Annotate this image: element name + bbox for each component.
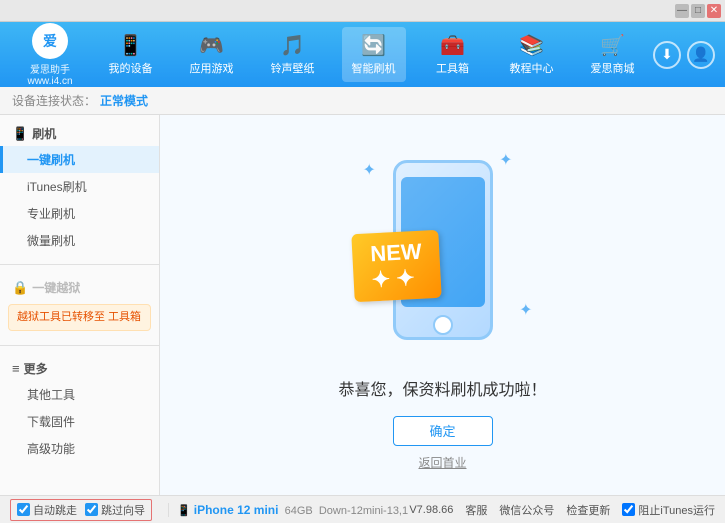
user-button[interactable]: 👤	[687, 41, 715, 69]
smart-flash-label: 智能刷机	[352, 60, 396, 76]
sidebar-item-advanced[interactable]: 高级功能	[0, 435, 159, 462]
nav-item-smart-flash[interactable]: 🔄 智能刷机	[342, 27, 406, 82]
wechat-link[interactable]: 微信公众号	[499, 502, 554, 518]
nav-item-tutorials[interactable]: 📚 教程中心	[500, 27, 564, 82]
itunes-checkbox[interactable]	[622, 503, 635, 516]
apps-games-icon: 🎮	[199, 33, 224, 58]
logo-line2: www.i4.cn	[27, 76, 72, 87]
itunes-status[interactable]: 阻止iTunes运行	[622, 502, 715, 518]
minimize-button[interactable]: —	[675, 4, 689, 18]
logo-area: 爱 爱思助手 www.i4.cn	[10, 23, 90, 87]
device-storage: 64GB	[282, 505, 316, 517]
sidebar-section-jailbreak-title: 🔒 一键越狱	[0, 275, 159, 300]
update-link[interactable]: 检查更新	[566, 502, 610, 518]
more-section-icon: ≡	[12, 361, 20, 376]
skip-wizard-label: 跳过向导	[101, 502, 145, 518]
maximize-button[interactable]: □	[691, 4, 705, 18]
main-layout: 📱 刷机 一键刷机 iTunes刷机 专业刷机 微量刷机 🔒 一键越狱 越狱工具…	[0, 115, 725, 495]
device-info: 📱 iPhone 12 mini 64GB Down-12mini-13,1	[168, 503, 408, 517]
sidebar-item-pro-flash[interactable]: 专业刷机	[0, 200, 159, 227]
skip-wizard-input[interactable]	[85, 503, 98, 516]
status-label: 设备连接状态：	[12, 92, 96, 109]
new-stars: ✦ ✦	[371, 264, 424, 293]
ringtone-icon: 🎵	[280, 33, 305, 58]
nav-item-apps-games[interactable]: 🎮 应用游戏	[180, 27, 244, 82]
sidebar-divider-1	[0, 264, 159, 265]
title-bar: — □ ✕	[0, 0, 725, 22]
sidebar-divider-2	[0, 345, 159, 346]
sparkle-top-right: ✦	[499, 150, 512, 170]
ringtone-label: 铃声壁纸	[271, 60, 315, 76]
lock-section-icon: 🔒	[12, 280, 28, 296]
toolbox-icon: 🧰	[440, 33, 465, 58]
status-bar: 设备连接状态： 正常模式	[0, 87, 725, 115]
sidebar-item-micro-flash[interactable]: 微量刷机	[0, 227, 159, 254]
bottom-left: 自动跳走 跳过向导 📱 iPhone 12 mini 64GB Down-12m…	[10, 499, 409, 521]
nav-item-my-device[interactable]: 📱 我的设备	[99, 27, 163, 82]
service-link[interactable]: 客服	[465, 502, 487, 518]
nav-item-toolbox[interactable]: 🧰 工具箱	[423, 27, 483, 82]
download-button[interactable]: ⬇	[653, 41, 681, 69]
nav-item-ringtone[interactable]: 🎵 铃声壁纸	[261, 27, 325, 82]
close-button[interactable]: ✕	[707, 4, 721, 18]
sidebar-item-other-tools[interactable]: 其他工具	[0, 381, 159, 408]
device-icon: 📱	[177, 505, 191, 517]
more-section-label: 更多	[24, 360, 48, 377]
toolbox-label: 工具箱	[436, 60, 469, 76]
sidebar-item-itunes-flash[interactable]: iTunes刷机	[0, 173, 159, 200]
back-link[interactable]: 返回首业	[418, 454, 466, 471]
jailbreak-notice: 越狱工具已转移至 工具箱	[8, 304, 151, 331]
logo-icon: 爱	[32, 23, 68, 59]
status-value: 正常模式	[100, 92, 148, 109]
new-text: NEW	[369, 238, 422, 267]
apps-games-label: 应用游戏	[190, 60, 234, 76]
my-device-icon: 📱	[118, 33, 143, 58]
sidebar-item-download-firmware[interactable]: 下载固件	[0, 408, 159, 435]
store-label: 爱思商城	[591, 60, 635, 76]
checkbox-group: 自动跳走 跳过向导	[10, 499, 152, 521]
device-name: iPhone 12 mini	[194, 503, 279, 517]
bottom-right: V7.98.66 客服 微信公众号 检查更新 阻止iTunes运行	[409, 502, 715, 518]
version-label: V7.98.66	[409, 504, 453, 516]
smart-flash-icon: 🔄	[361, 33, 386, 58]
sidebar-section-more-title: ≡ 更多	[0, 356, 159, 381]
top-navigation: 爱 爱思助手 www.i4.cn 📱 我的设备 🎮 应用游戏 🎵 铃声壁纸 🔄 …	[0, 22, 725, 87]
success-message: 恭喜您，保资料刷机成功啦！	[338, 376, 546, 400]
auto-jump-checkbox[interactable]: 自动跳走	[17, 502, 77, 518]
store-icon: 🛒	[600, 33, 625, 58]
nav-items: 📱 我的设备 🎮 应用游戏 🎵 铃声壁纸 🔄 智能刷机 🧰 工具箱 📚 教程中心…	[90, 27, 653, 82]
itunes-label: 阻止iTunes运行	[638, 502, 715, 518]
content-area: ✦ ✦ ✦ NEW ✦ ✦ 恭喜您，保资料刷机成功啦！ 确定 返回首业	[160, 115, 725, 495]
tutorials-icon: 📚	[519, 33, 544, 58]
phone-home-button	[433, 315, 453, 335]
success-illustration: ✦ ✦ ✦ NEW ✦ ✦	[343, 140, 543, 360]
sidebar-section-jailbreak: 🔒 一键越狱 越狱工具已转移至 工具箱	[0, 269, 159, 341]
device-firmware: Down-12mini-13,1	[316, 505, 408, 517]
nav-item-store[interactable]: 🛒 爱思商城	[581, 27, 645, 82]
sidebar: 📱 刷机 一键刷机 iTunes刷机 专业刷机 微量刷机 🔒 一键越狱 越狱工具…	[0, 115, 160, 495]
auto-jump-label: 自动跳走	[33, 502, 77, 518]
sidebar-section-flash: 📱 刷机 一键刷机 iTunes刷机 专业刷机 微量刷机	[0, 115, 159, 260]
confirm-button[interactable]: 确定	[393, 416, 493, 446]
sidebar-section-flash-title: 📱 刷机	[0, 121, 159, 146]
sparkle-bottom-right: ✦	[519, 300, 532, 320]
sidebar-item-one-key-flash[interactable]: 一键刷机	[0, 146, 159, 173]
nav-right-buttons: ⬇ 👤	[653, 41, 715, 69]
skip-wizard-checkbox[interactable]: 跳过向导	[85, 502, 145, 518]
sidebar-section-more: ≡ 更多 其他工具 下载固件 高级功能	[0, 350, 159, 468]
logo-line1: 爱思助手	[30, 61, 70, 76]
jailbreak-section-label: 一键越狱	[32, 279, 80, 296]
new-banner: NEW ✦ ✦	[351, 229, 442, 301]
sparkle-top-left: ✦	[363, 160, 376, 180]
bottom-bar: 自动跳走 跳过向导 📱 iPhone 12 mini 64GB Down-12m…	[0, 495, 725, 523]
my-device-label: 我的设备	[109, 60, 153, 76]
flash-section-label: 刷机	[32, 125, 56, 142]
flash-section-icon: 📱	[12, 126, 28, 142]
tutorials-label: 教程中心	[510, 60, 554, 76]
auto-jump-input[interactable]	[17, 503, 30, 516]
